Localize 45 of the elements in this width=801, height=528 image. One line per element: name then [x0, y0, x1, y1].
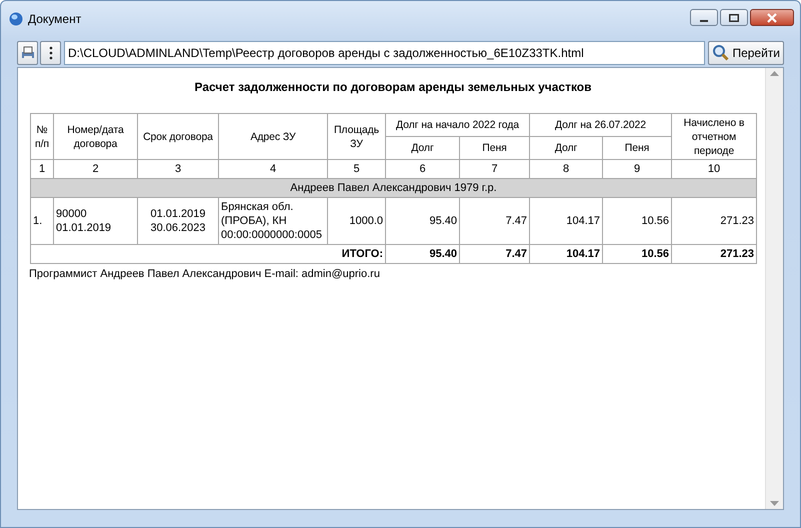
table-cell: 95.40 [386, 198, 460, 244]
go-button[interactable]: Перейти [708, 41, 784, 65]
table-cell: 104.17 [530, 198, 603, 244]
close-icon [767, 12, 777, 22]
minimize-button[interactable] [690, 9, 718, 26]
table-cell: 271.23 [672, 198, 757, 244]
footer-text: Программист Андреев Павел Александрович E-mail: admin@uprio.ru [29, 268, 381, 280]
column-header: Долг на 26.07.2022 [530, 114, 672, 136]
table-cell: 01.01.2019 30.06.2023 [138, 198, 218, 244]
table-cell: 7.47 [460, 198, 530, 244]
group-row: Андреев Павел Александрович 1979 г.р. [30, 178, 757, 198]
table-cell: 90000 01.01.2019 [54, 198, 138, 244]
close-button[interactable] [750, 9, 794, 26]
printer-icon [20, 45, 36, 61]
total-cell: 271.23 [672, 244, 757, 264]
total-cell: 104.17 [530, 244, 603, 264]
total-cell: 10.56 [602, 244, 672, 264]
globe-icon [9, 12, 23, 26]
column-header: № п/п [30, 114, 54, 160]
column-header: Долг [386, 136, 460, 160]
column-header: Пеня [460, 136, 530, 160]
more-icon [48, 46, 52, 60]
column-header: Площадь ЗУ [328, 114, 386, 160]
total-cell: 95.40 [386, 244, 460, 264]
address-field[interactable]: D:\CLOUD\ADMINLAND\Temp\Реестр договоров аренды с задолженностью_6E10Z33TK.html [64, 41, 706, 65]
table-cell: Брянская обл. (ПРОБА), КН 00:00:0000000:0005 [218, 198, 328, 244]
column-header: Долг [530, 136, 603, 160]
menu-button[interactable] [40, 41, 61, 65]
table-cell: 10.56 [602, 198, 672, 244]
print-button[interactable] [17, 41, 38, 65]
minimize-icon [700, 20, 708, 22]
search-icon [712, 44, 730, 62]
column-header: Срок договора [138, 114, 218, 160]
table-cell: 1. [30, 198, 54, 244]
report-title: Расчет задолженности по договорам аренды земельных участков [194, 80, 592, 94]
maximize-button[interactable] [720, 9, 748, 26]
column-header: Долг на начало 2022 года [386, 114, 530, 136]
window-title: Документ [28, 12, 82, 26]
column-header: Номер/дата договора [54, 114, 138, 160]
column-header: Адрес ЗУ [218, 114, 328, 160]
total-cell: 7.47 [460, 244, 530, 264]
total-label: ИТОГО: [30, 244, 386, 264]
maximize-icon [729, 14, 739, 22]
table-cell: 1000.0 [328, 198, 386, 244]
column-header: Начислено в отчетном периоде [672, 114, 757, 160]
